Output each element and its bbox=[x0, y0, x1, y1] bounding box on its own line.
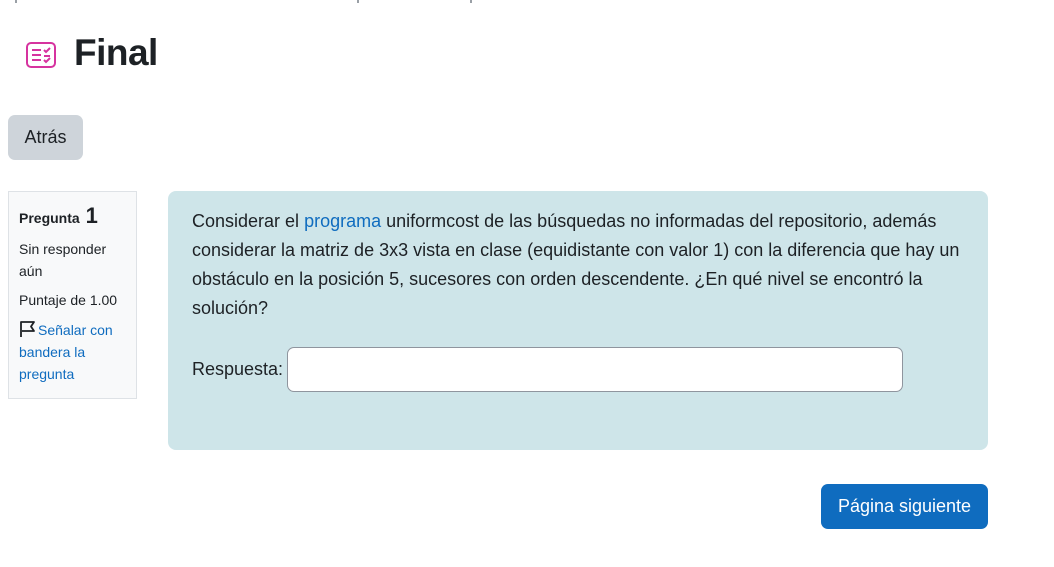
question-text-start: Considerar el bbox=[192, 211, 305, 231]
question-info-panel: Pregunta 1 Sin responder aún Puntaje de … bbox=[8, 191, 137, 399]
page-title: Final bbox=[74, 32, 158, 73]
question-formulation: Considerar el programa uniformcost de la… bbox=[168, 191, 988, 450]
top-edge-fragment bbox=[0, 0, 1054, 4]
question-number-heading: Pregunta 1 bbox=[19, 203, 126, 229]
answer-label: Respuesta: bbox=[192, 359, 284, 379]
flag-question-link[interactable]: Señalar con bandera la pregunta bbox=[19, 319, 126, 385]
question-grade: Puntaje de 1.00 bbox=[19, 292, 118, 308]
program-link[interactable]: programa bbox=[304, 211, 381, 231]
flag-icon bbox=[20, 321, 35, 337]
answer-input[interactable] bbox=[287, 347, 904, 392]
question-label: Pregunta bbox=[19, 210, 80, 226]
next-page-button[interactable]: Página siguiente bbox=[821, 484, 988, 529]
quiz-icon bbox=[25, 39, 57, 71]
back-button[interactable]: Atrás bbox=[8, 115, 83, 160]
question-number: 1 bbox=[85, 203, 98, 228]
question-text: Considerar el programa uniformcost de la… bbox=[192, 207, 964, 323]
question-state: Sin responder aún bbox=[19, 241, 107, 279]
answer-row: Respuesta: bbox=[192, 347, 904, 392]
